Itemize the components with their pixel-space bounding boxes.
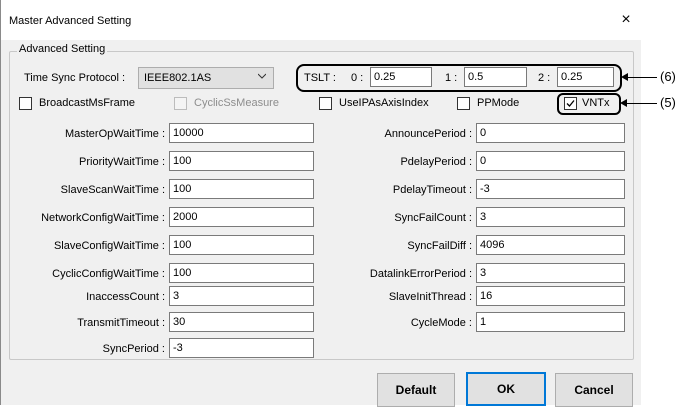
tslt-callout-arrow bbox=[621, 73, 628, 81]
vntx-checkbox[interactable] bbox=[564, 97, 577, 110]
slave-config-wait-time-input[interactable]: 100 bbox=[169, 235, 314, 255]
sync-fail-count-input[interactable]: 3 bbox=[476, 207, 625, 227]
sync-fail-diff-input[interactable]: 4096 bbox=[476, 235, 625, 255]
network-config-wait-time-input[interactable]: 2000 bbox=[169, 207, 314, 227]
cyclic-ss-measure-checkbox[interactable] bbox=[174, 97, 187, 110]
default-button[interactable]: Default bbox=[377, 373, 455, 407]
time-sync-protocol-select[interactable]: IEEE802.1AS bbox=[138, 67, 274, 89]
slave-init-thread-label: SlaveInitThread : bbox=[388, 291, 472, 303]
vntx-callout-arrow bbox=[620, 99, 627, 107]
cyclic-config-wait-time-label: CyclicConfigWaitTime : bbox=[52, 268, 165, 280]
cyclic-ss-measure-label: CyclicSsMeasure bbox=[194, 97, 279, 109]
transmit-timeout-label: TransmitTimeout : bbox=[77, 317, 165, 329]
cyclic-config-wait-time-input[interactable]: 100 bbox=[169, 263, 314, 283]
announce-period-input[interactable]: 0 bbox=[476, 123, 625, 143]
window-title: Master Advanced Setting bbox=[9, 15, 132, 27]
slave-scan-wait-time-input[interactable]: 100 bbox=[169, 179, 314, 199]
slave-scan-wait-time-label: SlaveScanWaitTime : bbox=[60, 184, 165, 196]
slave-config-wait-time-label: SlaveConfigWaitTime : bbox=[53, 240, 165, 252]
tslt-callout-label: (6) bbox=[660, 69, 676, 84]
pdelay-timeout-label: PdelayTimeout : bbox=[392, 184, 472, 196]
broadcast-ms-frame-label: BroadcastMsFrame bbox=[39, 97, 135, 109]
cancel-button[interactable]: Cancel bbox=[555, 373, 633, 407]
group-label: Advanced Setting bbox=[17, 43, 108, 55]
inaccess-count-label: InaccessCount : bbox=[86, 291, 165, 303]
tslt-1-input[interactable]: 0.5 bbox=[464, 67, 527, 87]
vntx-label: VNTx bbox=[582, 97, 610, 109]
inaccess-count-input[interactable]: 3 bbox=[169, 286, 314, 306]
pdelay-period-label: PdelayPeriod : bbox=[400, 156, 472, 168]
priority-wait-time-input[interactable]: 100 bbox=[169, 151, 314, 171]
cycle-mode-input[interactable]: 1 bbox=[476, 312, 625, 332]
pdelay-timeout-input[interactable]: -3 bbox=[476, 179, 625, 199]
datalink-error-period-label: DatalinkErrorPeriod : bbox=[369, 268, 472, 280]
pp-mode-checkbox[interactable] bbox=[457, 97, 470, 110]
sync-fail-count-label: SyncFailCount : bbox=[394, 212, 472, 224]
sync-fail-diff-label: SyncFailDiff : bbox=[407, 240, 472, 252]
sync-period-input[interactable]: -3 bbox=[169, 338, 314, 358]
broadcast-ms-frame-checkbox[interactable] bbox=[19, 97, 32, 110]
use-ip-as-axis-index-checkbox[interactable] bbox=[319, 97, 332, 110]
time-sync-protocol-value: IEEE802.1AS bbox=[144, 72, 212, 84]
tslt-callout-line bbox=[627, 77, 657, 78]
vntx-callout-label: (5) bbox=[660, 95, 676, 110]
slave-init-thread-input[interactable]: 16 bbox=[476, 286, 625, 306]
network-config-wait-time-label: NetworkConfigWaitTime : bbox=[41, 212, 165, 224]
tslt-0-input[interactable]: 0.25 bbox=[370, 67, 432, 87]
transmit-timeout-input[interactable]: 30 bbox=[169, 312, 314, 332]
announce-period-label: AnnouncePeriod : bbox=[384, 128, 472, 140]
pdelay-period-input[interactable]: 0 bbox=[476, 151, 625, 171]
master-op-wait-time-label: MasterOpWaitTime : bbox=[64, 128, 165, 140]
datalink-error-period-input[interactable]: 3 bbox=[476, 263, 625, 283]
tslt-label: TSLT : bbox=[304, 72, 336, 84]
title-bar: Master Advanced Setting × bbox=[1, 0, 641, 40]
tslt-1-label: 1 : bbox=[445, 72, 458, 84]
cycle-mode-label: CycleMode : bbox=[410, 317, 472, 329]
tslt-0-label: 0 : bbox=[351, 72, 364, 84]
checkmark-icon bbox=[566, 100, 575, 107]
priority-wait-time-label: PriorityWaitTime : bbox=[79, 156, 165, 168]
chevron-down-icon bbox=[258, 73, 266, 79]
master-op-wait-time-input[interactable]: 10000 bbox=[169, 123, 314, 143]
time-sync-protocol-label: Time Sync Protocol : bbox=[24, 72, 126, 84]
vntx-callout-line bbox=[627, 103, 657, 104]
tslt-2-input[interactable]: 0.25 bbox=[557, 67, 614, 87]
ok-button[interactable]: OK bbox=[466, 372, 546, 406]
use-ip-as-axis-index-label: UseIPAsAxisIndex bbox=[339, 97, 429, 109]
close-icon[interactable]: × bbox=[615, 9, 637, 31]
pp-mode-label: PPMode bbox=[477, 97, 520, 109]
tslt-2-label: 2 : bbox=[538, 72, 551, 84]
master-advanced-setting-dialog: Master Advanced Setting × Advanced Setti… bbox=[0, 0, 641, 407]
sync-period-label: SyncPeriod : bbox=[102, 343, 165, 355]
